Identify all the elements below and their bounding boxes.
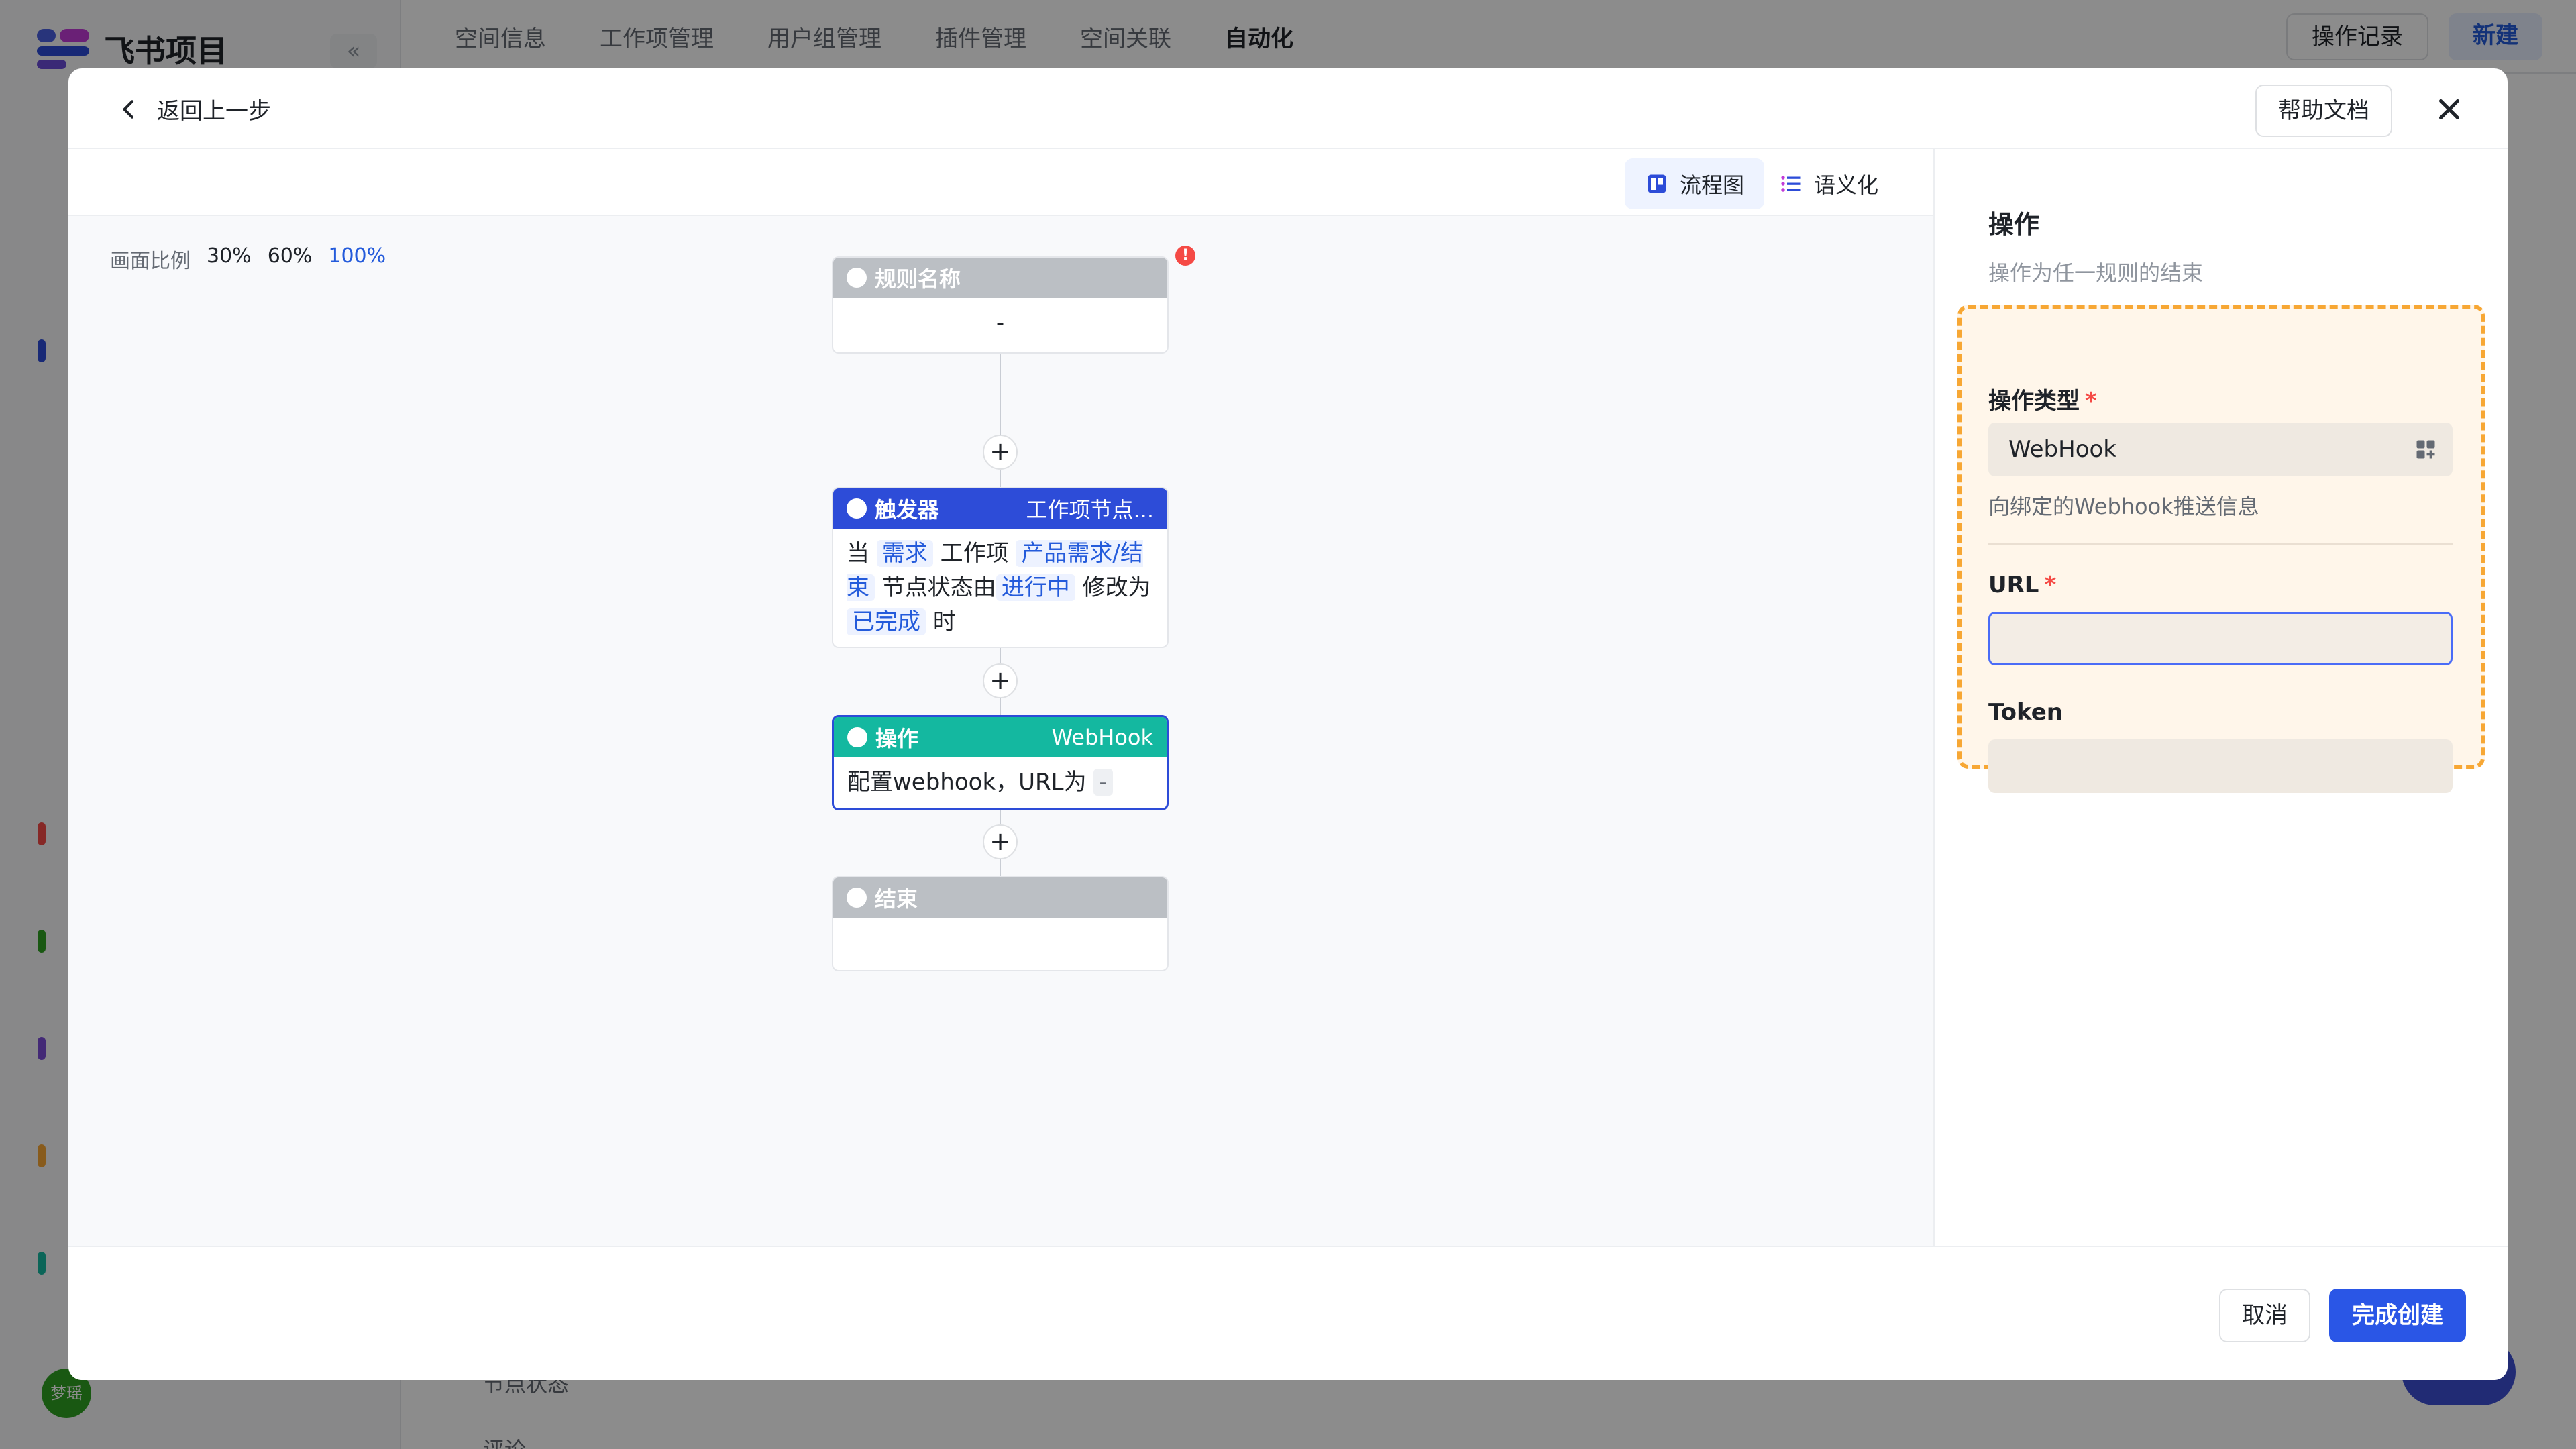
warning-icon: ! — [1175, 246, 1195, 266]
apps-icon — [2416, 440, 2435, 459]
end-node-header: 结束 — [833, 877, 1167, 918]
rule-node-body: - — [996, 309, 1005, 336]
action-node-title: 操作 — [875, 726, 919, 751]
trigger-text: 当 — [847, 540, 869, 567]
cancel-button[interactable]: 取消 — [2219, 1289, 2310, 1342]
rule-name-node[interactable]: 规则名称 - — [832, 256, 1169, 354]
required-mark: * — [2044, 572, 2057, 598]
trigger-node[interactable]: 触发器 工作项节点... 当 需求 工作项 产品需求/结束 节点状态由 进行中 修… — [832, 487, 1169, 648]
lightning-icon — [847, 498, 867, 519]
action-type-label: 操作类型 * — [1988, 382, 2097, 415]
action-text: 配置webhook，URL为 — [847, 769, 1087, 796]
action-type-select[interactable]: WebHook — [1988, 423, 2453, 476]
rule-node-header: 规则名称 — [833, 258, 1167, 298]
finish-create-button[interactable]: 完成创建 — [2329, 1289, 2466, 1342]
close-icon[interactable] — [2432, 93, 2466, 126]
trigger-node-type: 工作项节点... — [1026, 497, 1154, 523]
play-icon — [847, 268, 867, 288]
panel-divider — [1988, 543, 2453, 545]
webhook-icon — [847, 727, 867, 747]
url-label-text: URL — [1988, 572, 2039, 598]
end-node[interactable]: 结束 — [832, 876, 1169, 971]
url-input[interactable] — [1988, 612, 2453, 665]
add-step-button[interactable]: + — [983, 824, 1018, 859]
add-step-button[interactable]: + — [983, 663, 1018, 698]
modal-footer: 取消 完成创建 — [68, 1246, 2508, 1380]
add-step-button[interactable]: + — [983, 435, 1018, 470]
automation-modal: 返回上一步 帮助文档 流程图 语义化 画面比例 30% 60% 100% 规则名… — [68, 68, 2508, 1380]
rule-node-title: 规则名称 — [875, 266, 961, 292]
action-node[interactable]: 操作 WebHook 配置webhook，URL为 - — [832, 715, 1169, 810]
trigger-text: 修改为 — [1082, 574, 1151, 601]
trigger-text: 节点状态由 — [881, 574, 996, 601]
trigger-text: 工作项 — [940, 540, 1009, 567]
trigger-chip-type: 需求 — [876, 540, 933, 567]
action-node-header: 操作 WebHook — [834, 717, 1167, 757]
action-config-panel: 操作 操作为任一规则的结束 操作类型 * WebHook 向绑定的Webhook推… — [1933, 149, 2508, 1246]
flow-diagram: 规则名称 - ! + 触发器 工作项节点... 当 需求 工作项 产品需求/结束… — [68, 68, 1933, 1165]
action-type-hint: 向绑定的Webhook推送信息 — [1988, 494, 2259, 519]
action-type-value: WebHook — [2008, 436, 2116, 463]
end-node-title: 结束 — [875, 886, 918, 912]
required-mark: * — [2085, 388, 2097, 415]
stop-icon — [847, 888, 867, 908]
trigger-text: 时 — [932, 608, 956, 635]
trigger-node-body: 当 需求 工作项 产品需求/结束 节点状态由 进行中 修改为 已完成 时 — [833, 529, 1167, 647]
trigger-node-title: 触发器 — [875, 497, 940, 523]
panel-description: 操作为任一规则的结束 — [1988, 260, 2204, 286]
url-label: URL * — [1988, 572, 2056, 598]
trigger-node-header: 触发器 工作项节点... — [833, 488, 1167, 529]
action-url-chip: - — [1093, 769, 1113, 796]
action-type-label-text: 操作类型 — [1988, 388, 2080, 415]
action-node-type: WebHook — [1051, 724, 1153, 750]
help-docs-button[interactable]: 帮助文档 — [2255, 85, 2392, 137]
panel-title: 操作 — [1988, 210, 2040, 239]
token-label: Token — [1988, 699, 2063, 726]
token-input[interactable] — [1988, 739, 2453, 793]
trigger-chip-to: 已完成 — [847, 608, 926, 635]
action-node-body: 配置webhook，URL为 - — [834, 757, 1167, 808]
trigger-chip-from: 进行中 — [996, 574, 1075, 601]
